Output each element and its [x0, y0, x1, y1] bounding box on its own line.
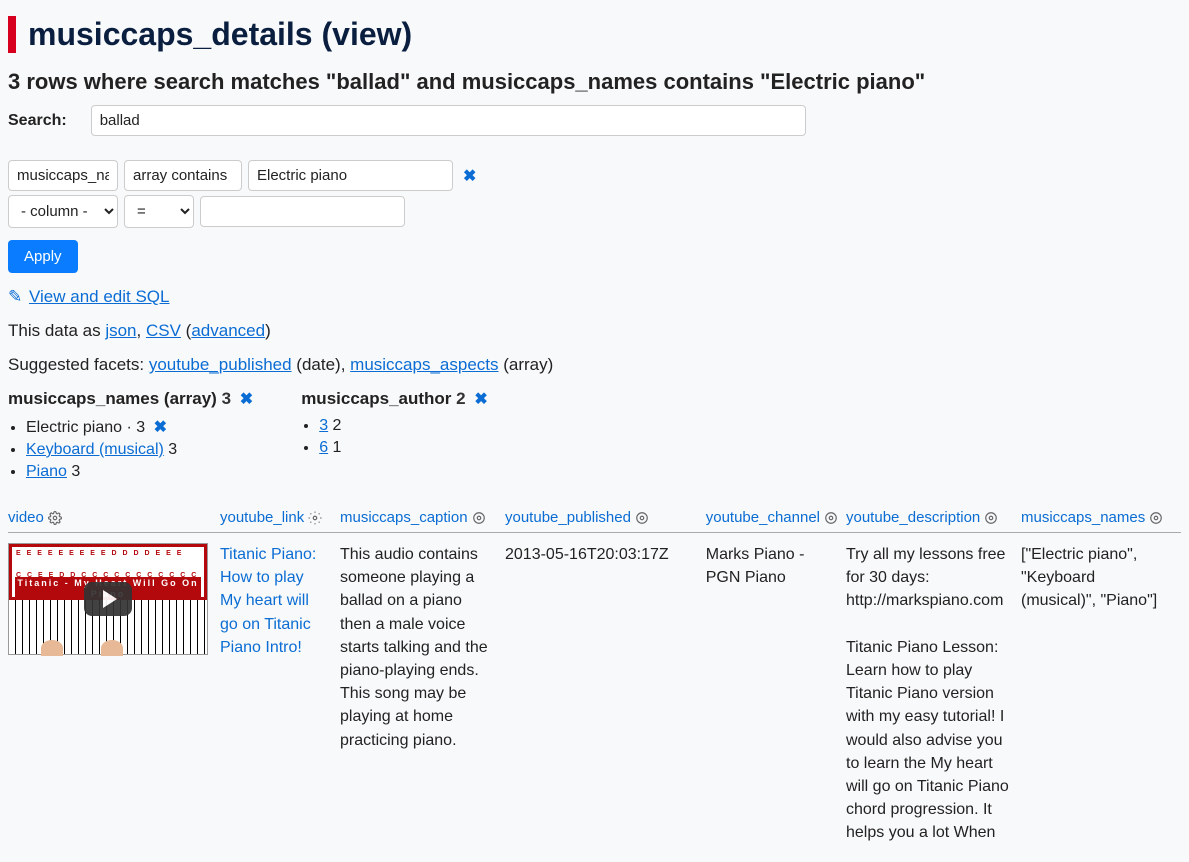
facet-musiccaps-author: musiccaps_author 2 ✖ 3 2 6 1 [301, 389, 488, 485]
filter-value-input-2[interactable] [200, 196, 405, 227]
export-prefix: This data as [8, 321, 105, 340]
gear-icon[interactable] [48, 511, 62, 525]
channel-cell: Marks Piano - PGN Piano [706, 533, 846, 855]
facet-remove-icon[interactable]: ✖ [474, 391, 487, 408]
facet-remove-icon[interactable]: ✖ [240, 391, 253, 408]
gear-icon[interactable] [984, 511, 998, 525]
filter-op-select-2[interactable]: = [124, 195, 194, 228]
gear-icon[interactable] [308, 511, 322, 525]
view-sql-link[interactable]: View and edit SQL [29, 287, 170, 306]
filter-column-select-2[interactable]: - column - [8, 195, 118, 228]
facet-item[interactable]: Keyboard (musical) 3 [26, 441, 253, 459]
facet-item: Electric piano · 3 ✖ [26, 417, 253, 437]
filter-value-input-1[interactable] [248, 160, 453, 191]
col-names[interactable]: musiccaps_names [1021, 509, 1145, 526]
suggested-facet-published[interactable]: youtube_published [149, 355, 292, 374]
facet-item-remove-icon[interactable]: ✖ [154, 419, 167, 436]
filter-op-select-1[interactable] [124, 160, 242, 191]
suggested-facet-aspects[interactable]: musiccaps_aspects [350, 355, 498, 374]
search-label: Search: [8, 112, 67, 130]
search-input[interactable] [91, 105, 806, 136]
gear-icon[interactable] [472, 511, 486, 525]
table-row: E E E E E E E E E D D D D E E E Titanic … [8, 533, 1181, 855]
published-cell: 2013-05-16T20:03:17Z [505, 533, 706, 855]
col-description[interactable]: youtube_description [846, 509, 980, 526]
caption-cell: This audio contains someone playing a ba… [340, 533, 505, 855]
play-icon[interactable] [84, 582, 132, 616]
filter-summary: 3 rows where search matches "ballad" and… [8, 69, 1181, 95]
pencil-icon: ✎ [8, 287, 22, 306]
export-json-link[interactable]: json [105, 321, 136, 340]
gear-icon[interactable] [635, 511, 649, 525]
description-cell: Try all my lessons free for 30 days: htt… [846, 533, 1021, 855]
col-caption[interactable]: musiccaps_caption [340, 509, 468, 526]
suggested-facets-label: Suggested facets: [8, 355, 149, 374]
facet-item[interactable]: 6 1 [319, 439, 488, 457]
facet-item[interactable]: Piano 3 [26, 463, 253, 481]
remove-filter-icon[interactable]: ✖ [463, 166, 476, 186]
export-csv-link[interactable]: CSV [146, 321, 181, 340]
apply-button[interactable]: Apply [8, 240, 78, 273]
facet-musiccaps-names: musiccaps_names (array) 3 ✖ Electric pia… [8, 389, 253, 485]
page-title: musiccaps_details (view) [8, 16, 1181, 53]
col-published[interactable]: youtube_published [505, 509, 631, 526]
gear-icon[interactable] [1149, 511, 1163, 525]
youtube-link[interactable]: Titanic Piano: How to play My heart will… [220, 546, 316, 656]
col-channel[interactable]: youtube_channel [706, 509, 820, 526]
col-youtube-link[interactable]: youtube_link [220, 509, 304, 526]
results-table: video youtube_link musiccaps_caption you… [8, 503, 1181, 854]
video-thumbnail[interactable]: E E E E E E E E E D D D D E E E Titanic … [8, 543, 208, 655]
col-video[interactable]: video [8, 509, 44, 526]
export-advanced-link[interactable]: advanced [191, 321, 265, 340]
filter-column-select-1[interactable] [8, 160, 118, 191]
facet-item[interactable]: 3 2 [319, 417, 488, 435]
gear-icon[interactable] [824, 511, 838, 525]
names-cell: ["Electric piano", "Keyboard (musical)",… [1021, 533, 1181, 855]
